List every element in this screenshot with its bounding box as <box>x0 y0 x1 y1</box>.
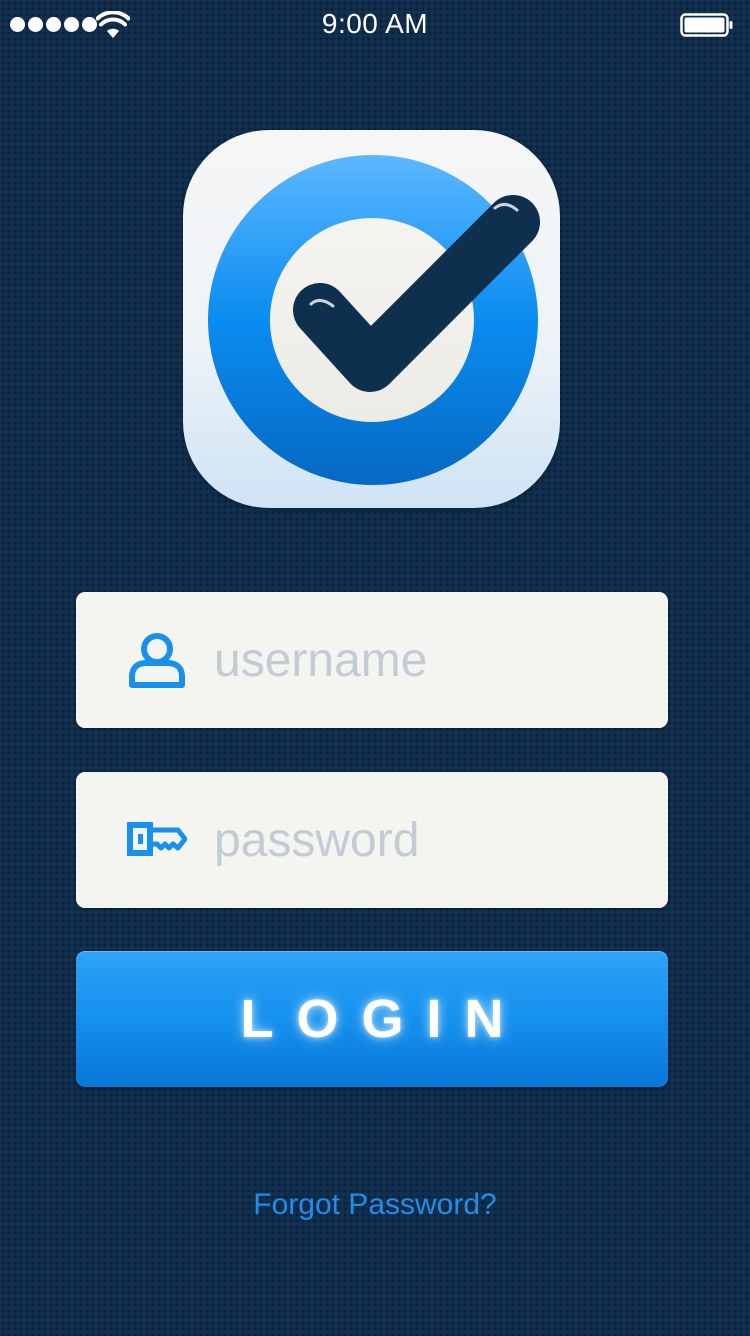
username-field[interactable] <box>76 592 668 728</box>
key-icon <box>127 822 187 856</box>
battery-icon <box>680 13 733 37</box>
username-input[interactable] <box>214 622 634 698</box>
password-input[interactable] <box>214 802 634 878</box>
user-icon <box>129 633 185 688</box>
status-bar: 9:00 AM <box>0 0 750 50</box>
status-time: 9:00 AM <box>321 8 429 39</box>
password-field[interactable] <box>76 772 668 908</box>
checkmark-target-icon <box>208 155 540 485</box>
forgot-password-link[interactable]: Forgot Password? <box>0 1188 750 1222</box>
login-button-label: LOGIN <box>240 989 527 1049</box>
app-logo <box>183 130 560 508</box>
login-button[interactable]: LOGIN <box>76 951 668 1087</box>
